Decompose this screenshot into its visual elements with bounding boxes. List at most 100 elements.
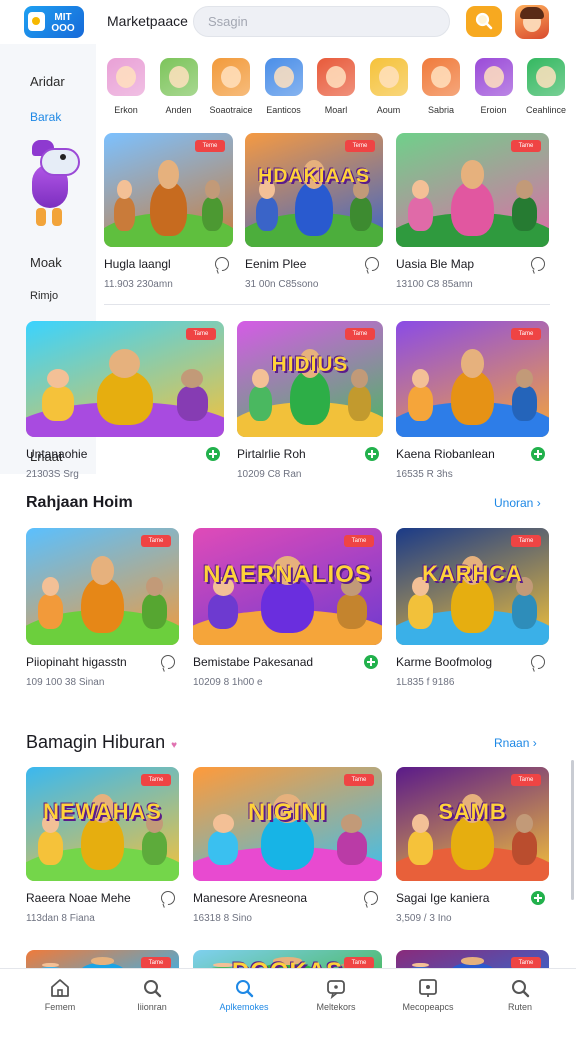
chevron-right-icon: › [536, 496, 541, 510]
game-card[interactable]: NIGINI Tame Manesore Aresneona 16318 8 Sino [193, 767, 382, 941]
nav-label: Ruten [507, 1002, 533, 1012]
app-title: Marketpaace [107, 13, 188, 29]
nav-label: Meltekors [316, 1002, 356, 1012]
nav-tab-1[interactable]: Iiionran [112, 977, 192, 1012]
game-meta: 109 100 38 Sinan [26, 677, 105, 688]
scrollbar[interactable] [571, 760, 574, 900]
tag-badge: Tame [511, 535, 541, 547]
pin-icon [388, 977, 468, 999]
game-title: Karme Boofmolog [396, 655, 493, 669]
game-card[interactable]: Teme Hugla laangl 11.903 230amn [104, 133, 233, 307]
top-bar: MIT OOO Marketpaace Ssagin [0, 0, 576, 44]
game-card[interactable]: SAMB Tame Sagai Ige kaniera 3,509 / 3 Ino [396, 767, 549, 941]
game-title: Piiopinaht higasstn [26, 655, 127, 669]
game-title: Sagai Ige kaniera [396, 891, 490, 905]
section-more-link-2[interactable]: Rnaan › [494, 736, 537, 750]
section-title-2-text: Bamagin Hiburan [26, 732, 166, 752]
add-icon[interactable] [531, 891, 545, 905]
category-item[interactable]: Soaotraice [205, 58, 257, 122]
add-icon[interactable] [531, 447, 545, 461]
nav-tab-3[interactable]: Meltekors [296, 977, 376, 1012]
category-label: Erkon [114, 105, 138, 115]
nav-tab-0[interactable]: Femem [20, 977, 100, 1012]
search-input[interactable]: Ssagin [193, 6, 450, 37]
chat-icon[interactable] [531, 257, 545, 271]
game-card[interactable]: Tame Kaena Riobanlean 16535 R 3hs [396, 321, 549, 497]
game-title: Bemistabe Pakesanad [193, 655, 314, 669]
chat-icon[interactable] [531, 655, 545, 669]
game-category-icon [212, 58, 250, 96]
game-card[interactable]: HDAKIAAS Teme Eenim Plee 31 00n C85sono [245, 133, 383, 307]
tag-badge: Tame [186, 328, 216, 340]
chat-icon[interactable] [365, 257, 379, 271]
section-title-1: Rahjaan Hoim [26, 494, 133, 511]
game-thumbnail: HDAKIAAS Teme [245, 133, 383, 247]
category-item[interactable]: Erkon [100, 58, 152, 122]
category-item[interactable]: Ceahlince [520, 58, 572, 122]
sidebar-item-2[interactable]: Moak [30, 255, 62, 270]
nav-tab-2[interactable]: Aplkemokes [204, 977, 284, 1012]
category-item[interactable]: Sabria [415, 58, 467, 122]
app-logo[interactable]: MIT OOO [24, 6, 84, 38]
chat-icon[interactable] [364, 891, 378, 905]
game-card[interactable]: NEWAHAS Tame Raeera Noae Mehe 113dan 8 Fian… [26, 767, 179, 941]
search-placeholder: Ssagin [208, 14, 248, 29]
game-meta: 16318 8 Sino [193, 913, 252, 924]
game-thumbnail: Tame [26, 528, 179, 645]
add-icon[interactable] [206, 447, 220, 461]
game-card[interactable]: HIDIUS Tame Pirtalrlie Roh 10209 C8 Ran [237, 321, 383, 497]
logo-text: MIT OOO [51, 12, 75, 34]
category-item[interactable]: Eanticos [258, 58, 310, 122]
category-item[interactable]: Eroion [468, 58, 520, 122]
search-icon [112, 977, 192, 999]
game-meta: 1L835 f 9186 [396, 677, 455, 688]
add-icon[interactable] [365, 447, 379, 461]
thumbnail-headline: HIDIUS [271, 353, 349, 377]
search-button[interactable] [466, 6, 502, 37]
sidebar-item-1[interactable]: Barak [30, 110, 61, 124]
sidebar-item-0[interactable]: Aridar [30, 74, 65, 89]
game-title: Hugla laangl [104, 257, 171, 271]
tag-badge: Tame [141, 535, 171, 547]
nav-tab-5[interactable]: Ruten [480, 977, 560, 1012]
tag-badge: Teme [345, 140, 375, 152]
game-thumbnail: NEWAHAS Tame [26, 767, 179, 881]
game-card[interactable]: KARHCA Tame Karme Boofmolog 1L835 f 9186 [396, 528, 549, 705]
section-more-link-1[interactable]: Unoran › [494, 496, 541, 510]
profile-avatar[interactable] [515, 5, 549, 39]
section-title-2: Bamagin Hiburan ♥ [26, 732, 177, 753]
search-icon [475, 12, 493, 30]
category-label: Moarl [324, 105, 348, 115]
nav-label: Aplkemokes [219, 1002, 269, 1012]
thumbnail-headline: NEWAHAS [43, 798, 162, 824]
game-title: Uasia Ble Map [396, 257, 475, 271]
chat-icon[interactable] [215, 257, 229, 271]
game-card[interactable]: Tame Piiopinaht higasstn 109 100 38 Sinan [26, 528, 179, 705]
game-category-icon [474, 58, 513, 96]
category-item[interactable]: Anden [153, 58, 205, 122]
category-item[interactable]: Moarl [310, 58, 362, 122]
game-card[interactable]: Tame Uasia Ble Map 13100 C8 85amn [396, 133, 549, 307]
game-category-icon [107, 58, 145, 96]
bottom-nav: Femem Iiionran Aplkemokes Meltekors Mecopeap… [0, 968, 576, 1024]
game-card[interactable]: NAERNALIOS Tame Bemistabe Pakesanad 10209 8… [193, 528, 382, 705]
game-card[interactable]: Tame Untanaohie 21303S Srg [26, 321, 224, 497]
game-title: Raeera Noae Mehe [26, 891, 131, 905]
game-category-icon [369, 58, 408, 96]
game-thumbnail: SAMB Tame [396, 767, 549, 881]
thumbnail-headline: NAERNALIOS [203, 560, 372, 588]
category-item[interactable]: Aoum [363, 58, 415, 122]
tag-badge: Tame [141, 774, 171, 786]
category-label: Ceahlince [525, 105, 567, 115]
category-label: Soaotraice [209, 105, 253, 115]
chat-icon[interactable] [161, 655, 175, 669]
nav-label: Iiionran [137, 1002, 167, 1012]
game-category-icon [264, 58, 303, 96]
sidebar-item-3[interactable]: Rimjo [30, 290, 58, 302]
game-thumbnail: NAERNALIOS Tame [193, 528, 382, 645]
add-icon[interactable] [364, 655, 378, 669]
chat-icon[interactable] [161, 891, 175, 905]
game-meta: 10209 8 1h00 e [193, 677, 263, 688]
game-meta: 113dan 8 Fiana [26, 913, 95, 924]
nav-tab-4[interactable]: Mecopeapcs [388, 977, 468, 1012]
